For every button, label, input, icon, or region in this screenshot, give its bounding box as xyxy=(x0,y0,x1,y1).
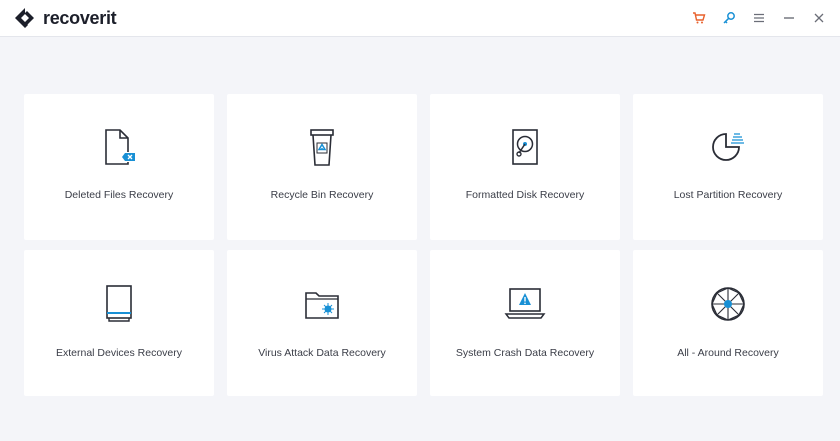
recycle-bin-icon xyxy=(300,126,344,170)
window-controls xyxy=(684,6,834,30)
mode-card-all-around[interactable]: All - Around Recovery xyxy=(633,250,823,396)
mode-card-lost-partition[interactable]: Lost Partition Recovery xyxy=(633,94,823,240)
app-logo: recoverit xyxy=(14,7,117,29)
mode-label: Formatted Disk Recovery xyxy=(465,189,585,201)
mode-card-external-devices[interactable]: External Devices Recovery xyxy=(24,250,214,396)
menu-button[interactable] xyxy=(744,6,774,30)
all-around-icon xyxy=(706,282,750,326)
external-device-icon xyxy=(97,282,141,326)
menu-icon xyxy=(754,13,764,23)
mode-card-virus-attack[interactable]: Virus Attack Data Recovery xyxy=(227,250,417,396)
mode-label: External Devices Recovery xyxy=(55,347,183,359)
deleted-file-icon xyxy=(97,126,141,170)
mode-label: Lost Partition Recovery xyxy=(673,189,783,201)
app-name: recoverit xyxy=(43,7,117,28)
mode-card-deleted-files[interactable]: Deleted Files Recovery xyxy=(24,94,214,240)
mode-card-formatted-disk[interactable]: Formatted Disk Recovery xyxy=(430,94,620,240)
register-button[interactable] xyxy=(714,6,744,30)
mode-label: Deleted Files Recovery xyxy=(64,189,174,201)
mode-label: System Crash Data Recovery xyxy=(455,347,595,359)
mode-card-system-crash[interactable]: System Crash Data Recovery xyxy=(430,250,620,396)
key-icon xyxy=(723,12,735,24)
cart-icon xyxy=(693,12,706,24)
minimize-icon xyxy=(784,17,794,19)
formatted-disk-icon xyxy=(503,126,547,170)
close-icon xyxy=(814,13,824,23)
mode-label: All - Around Recovery xyxy=(677,347,779,359)
mode-card-recycle-bin[interactable]: Recycle Bin Recovery xyxy=(227,94,417,240)
cart-button[interactable] xyxy=(684,6,714,30)
minimize-button[interactable] xyxy=(774,6,804,30)
mode-label: Recycle Bin Recovery xyxy=(270,189,374,201)
recovery-mode-grid: Deleted Files Recovery Recycle Bin Recov… xyxy=(24,94,823,396)
mode-label: Virus Attack Data Recovery xyxy=(258,347,386,359)
system-crash-icon xyxy=(503,282,547,326)
virus-folder-icon xyxy=(300,282,344,326)
lost-partition-icon xyxy=(706,126,750,170)
close-button[interactable] xyxy=(804,6,834,30)
recoverit-logo-icon xyxy=(15,8,34,28)
title-bar: recoverit xyxy=(0,0,840,37)
